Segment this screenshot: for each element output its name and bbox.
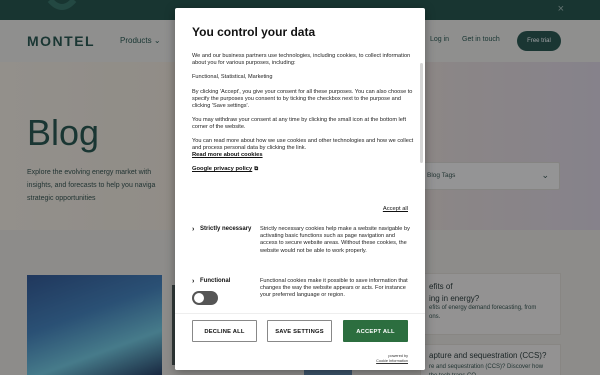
decline-all-button[interactable]: DECLINE ALL <box>192 320 257 342</box>
functional-toggle[interactable] <box>192 291 218 305</box>
chevron-right-icon: › <box>192 278 195 285</box>
save-settings-button[interactable]: SAVE SETTINGS <box>267 320 332 342</box>
withdraw-info-text: You may withdraw your consent at any tim… <box>192 117 407 131</box>
external-link-icon: ⧉ <box>254 166 259 172</box>
google-privacy-policy-link[interactable]: Google privacy policy ⧉ <box>192 166 258 173</box>
category-name: Strictly necessary <box>200 226 252 232</box>
scrollbar[interactable] <box>420 63 423 163</box>
accept-all-link[interactable]: Accept all <box>383 206 408 212</box>
category-description: Strictly necessary cookies help make a w… <box>260 226 410 254</box>
powered-by[interactable]: powered by Cookie Information <box>376 354 408 363</box>
chevron-right-icon: › <box>192 226 195 233</box>
category-name: Functional <box>200 278 231 284</box>
intro-text: We and our business partners use technol… <box>192 53 411 67</box>
purposes-text: Functional, Statistical, Marketing <box>192 74 273 80</box>
category-description: Functional cookies make it possible to s… <box>260 278 408 299</box>
consent-scroll-area[interactable]: You control your data We and our busines… <box>175 8 425 313</box>
accept-info-text: By clicking 'Accept', you give your cons… <box>192 89 413 110</box>
read-more-info-text: You can read more about how we use cooki… <box>192 138 414 152</box>
dialog-footer: DECLINE ALL SAVE SETTINGS ACCEPT ALL pow… <box>175 313 425 370</box>
google-privacy-label: Google privacy policy <box>192 166 253 172</box>
powered-by-brand: Cookie Information <box>376 358 408 363</box>
cookie-consent-dialog: You control your data We and our busines… <box>175 8 425 370</box>
dialog-title: You control your data <box>192 25 316 39</box>
accept-all-button[interactable]: ACCEPT ALL <box>343 320 408 342</box>
read-more-cookies-link[interactable]: Read more about cookies <box>192 152 263 158</box>
